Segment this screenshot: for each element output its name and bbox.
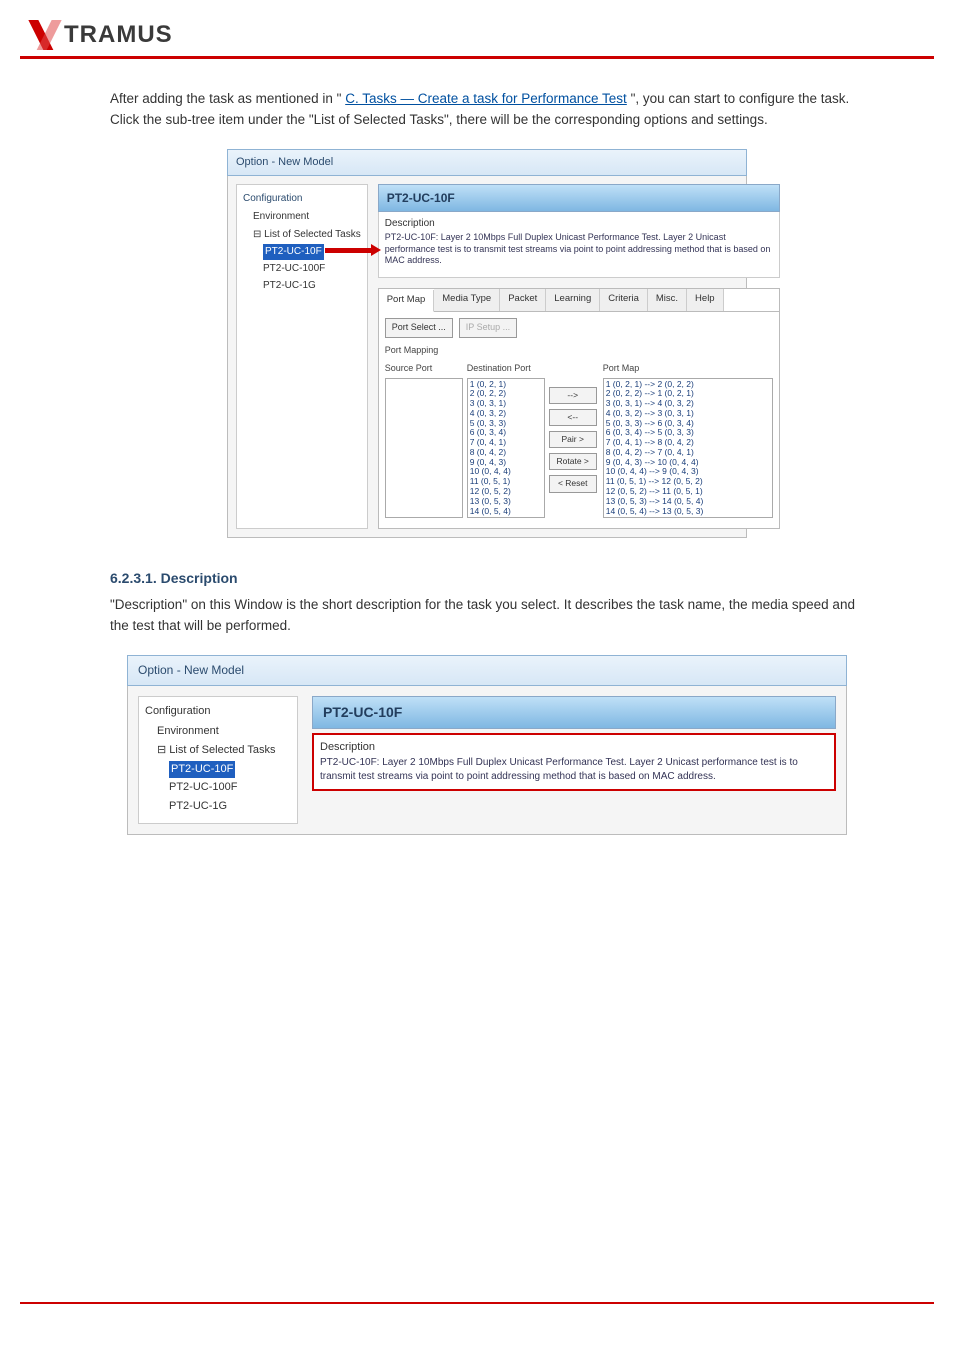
destination-port-list[interactable]: 1 (0, 2, 1)2 (0, 2, 2)3 (0, 3, 1)4 (0, 3… [467, 378, 545, 518]
tab-media-type[interactable]: Media Type [434, 289, 500, 311]
config-tree-2: Configuration Environment ⊟ List of Sele… [138, 696, 298, 824]
description-box: Description PT2-UC-10F: Layer 2 10Mbps F… [378, 212, 780, 278]
brand-wordmark: TRAMUS [64, 21, 173, 49]
tree2-root[interactable]: Configuration [145, 703, 291, 720]
section-paragraph-description: "Description" on this Window is the shor… [110, 595, 864, 637]
col-source-port: Source Port [385, 362, 461, 376]
tab-misc[interactable]: Misc. [648, 289, 687, 311]
config-tree: Configuration Environment ⊟ List of Sele… [236, 184, 368, 529]
description-text-2: PT2-UC-10F: Layer 2 10Mbps Full Duplex U… [320, 756, 828, 783]
reset-button[interactable]: < Reset [549, 475, 597, 492]
tree-list[interactable]: ⊟ List of Selected Tasks PT2-UC-10F PT2-… [253, 226, 361, 296]
description-box-highlighted: Description PT2-UC-10F: Layer 2 10Mbps F… [312, 733, 836, 791]
list-item[interactable]: 15 (0, 6, 1) [470, 516, 542, 517]
tree2-item-pt2-uc-10f[interactable]: PT2-UC-10F [169, 761, 235, 778]
port-select-button[interactable]: Port Select ... [385, 318, 453, 338]
model-banner: PT2-UC-10F [378, 184, 780, 213]
brand-x-icon [28, 20, 62, 50]
screenshot-option-new-model: Option - New Model Configuration Environ… [227, 149, 747, 538]
model-banner-2: PT2-UC-10F [312, 696, 836, 730]
port-mapping-label: Port Mapping [379, 344, 779, 358]
tree-item-pt2-uc-10f[interactable]: PT2-UC-10F [263, 244, 324, 260]
tab-packet[interactable]: Packet [500, 289, 546, 311]
intro-prefix: After adding the task as mentioned in " [110, 91, 341, 106]
tab-port-map[interactable]: Port Map [379, 290, 435, 312]
col-destination-port: Destination Port [467, 362, 543, 376]
col-port-map: Port Map [603, 362, 773, 376]
port-map-list[interactable]: 1 (0, 2, 1) --> 2 (0, 2, 2)2 (0, 2, 2) -… [603, 378, 773, 518]
tree-environment[interactable]: Environment [253, 208, 361, 226]
description-label: Description [385, 216, 773, 232]
tab-learning[interactable]: Learning [546, 289, 600, 311]
tree-item-pt2-uc-1g[interactable]: PT2-UC-1G [263, 277, 361, 295]
intro-crosslink[interactable]: C. Tasks — Create a task for Performance… [345, 91, 627, 106]
intro-paragraph: After adding the task as mentioned in " … [110, 89, 864, 131]
section-title-description: 6.2.3.1. Description [110, 568, 864, 590]
tabs-panel: Port Map Media Type Packet Learning Crit… [378, 288, 780, 529]
tree-item-pt2-uc-100f[interactable]: PT2-UC-100F [263, 260, 361, 278]
footer-rule [20, 1302, 934, 1304]
list-item[interactable]: 15 (0, 6, 1) --> 16 (0, 6, 2) [606, 516, 770, 517]
rotate-button[interactable]: Rotate > [549, 453, 597, 470]
map-from-button[interactable]: <-- [549, 409, 597, 426]
tree2-environment[interactable]: Environment [157, 722, 291, 741]
brand-header: TRAMUS [0, 20, 954, 56]
tree2-item-pt2-uc-100f[interactable]: PT2-UC-100F [169, 778, 291, 797]
screenshot-description-highlight: Option - New Model Configuration Environ… [127, 655, 847, 835]
tree2-list[interactable]: ⊟ List of Selected Tasks PT2-UC-10F PT2-… [157, 741, 291, 817]
map-to-button[interactable]: --> [549, 387, 597, 404]
tab-help[interactable]: Help [687, 289, 724, 311]
tree-root[interactable]: Configuration [243, 191, 361, 207]
pair-button[interactable]: Pair > [549, 431, 597, 448]
description-label-2: Description [320, 739, 828, 756]
description-text: PT2-UC-10F: Layer 2 10Mbps Full Duplex U… [385, 232, 773, 267]
window-title-2: Option - New Model [127, 655, 847, 686]
tab-criteria[interactable]: Criteria [600, 289, 648, 311]
ip-setup-button[interactable]: IP Setup ... [459, 318, 517, 338]
source-port-list[interactable] [385, 378, 463, 518]
tree2-list-label: List of Selected Tasks [169, 744, 275, 756]
tree-list-label: List of Selected Tasks [264, 229, 361, 240]
window-title: Option - New Model [227, 149, 747, 176]
tree2-item-pt2-uc-1g[interactable]: PT2-UC-1G [169, 797, 291, 816]
